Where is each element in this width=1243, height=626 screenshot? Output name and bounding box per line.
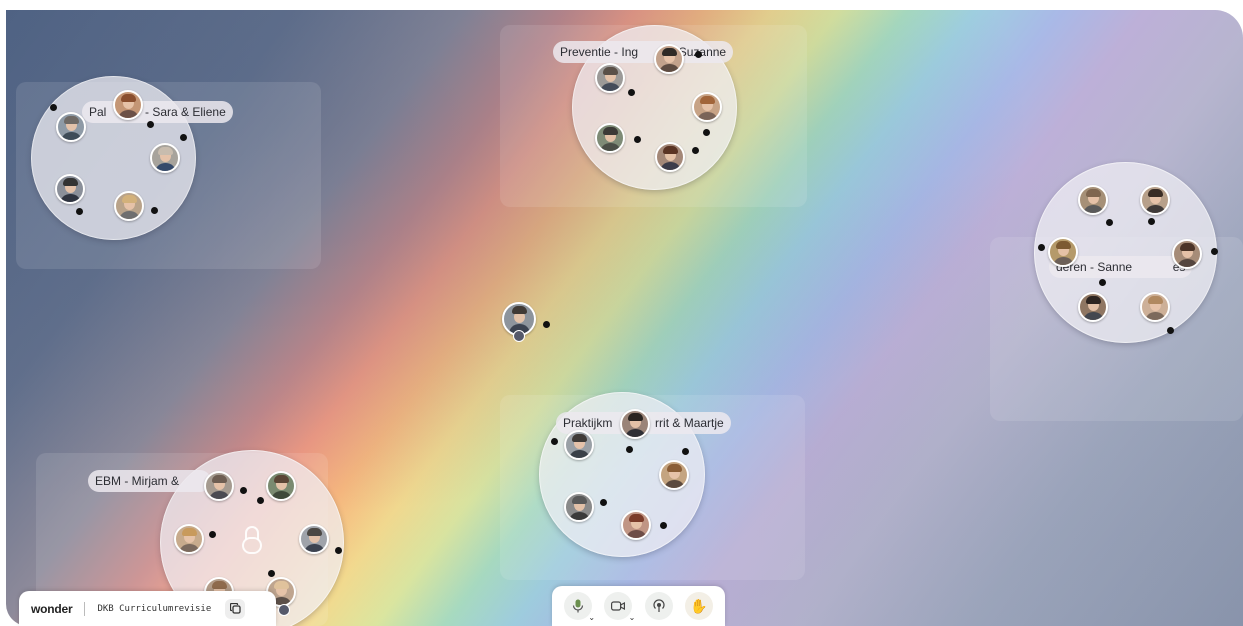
- participant-avatar[interactable]: [150, 143, 180, 173]
- chevron-down-icon[interactable]: ⌄: [629, 613, 636, 622]
- wonder-canvas[interactable]: Pal - Sara & Eliene Preventie - Ing Suza…: [6, 10, 1243, 626]
- status-dot: [151, 207, 158, 214]
- participant-avatar[interactable]: [56, 112, 86, 142]
- home-icon: [513, 330, 525, 342]
- status-dot: [600, 499, 607, 506]
- lock-icon[interactable]: [241, 526, 263, 556]
- status-dot: [1167, 327, 1174, 334]
- status-dot: [268, 570, 275, 577]
- status-dot: [692, 147, 699, 154]
- participant-avatar[interactable]: [692, 92, 722, 122]
- participant-avatar[interactable]: [299, 524, 329, 554]
- broadcast-button[interactable]: [644, 592, 673, 620]
- copy-link-button[interactable]: [225, 598, 246, 619]
- participant-avatar[interactable]: [204, 471, 234, 501]
- room-label-text: EBM - Mirjam &: [95, 474, 179, 488]
- status-dot: [335, 547, 342, 554]
- status-dot: [50, 104, 57, 111]
- participant-avatar[interactable]: [55, 174, 85, 204]
- room-label-text: Pal: [89, 105, 107, 119]
- room-label-text: Praktijkm: [563, 416, 613, 430]
- participant-avatar[interactable]: [621, 510, 651, 540]
- status-dot: [240, 487, 247, 494]
- status-dot: [660, 522, 667, 529]
- participant-avatar[interactable]: [1078, 185, 1108, 215]
- room-label: Pal - Sara & Eliene: [82, 101, 233, 123]
- participant-avatar[interactable]: [1078, 292, 1108, 322]
- status-dot: [628, 89, 635, 96]
- status-dot: [180, 134, 187, 141]
- status-dot: [682, 448, 689, 455]
- participant-avatar[interactable]: [266, 471, 296, 501]
- participant-avatar[interactable]: [1172, 239, 1202, 269]
- broadcast-icon: [653, 599, 665, 612]
- media-controls: ⌄ ⌄ ✋: [552, 586, 725, 626]
- copy-icon: [229, 603, 241, 614]
- divider: [84, 601, 86, 616]
- status-dot: [551, 438, 558, 445]
- room-label-text: Preventie - Ing: [560, 45, 639, 59]
- room-label-text: Suzanne: [678, 45, 727, 59]
- status-dot: [1148, 218, 1155, 225]
- raise-hand-icon: ✋: [690, 597, 708, 614]
- participant-avatar[interactable]: [659, 460, 689, 490]
- room-label: Preventie - Ing Suzanne: [553, 41, 734, 63]
- participant-avatar[interactable]: [655, 142, 685, 172]
- room-name: DKB Curriculumrevisie: [97, 603, 212, 614]
- room-label: EBM - Mirjam &: [88, 470, 212, 492]
- raise-hand-button[interactable]: ✋: [684, 592, 713, 620]
- status-dot: [634, 136, 641, 143]
- status-dot: [1038, 244, 1045, 251]
- wonder-logo[interactable]: wonder: [31, 602, 73, 616]
- status-dot: [1099, 279, 1106, 286]
- status-dot: [147, 121, 154, 128]
- status-dot: [703, 129, 710, 136]
- status-dot: [695, 51, 702, 58]
- chevron-down-icon[interactable]: ⌄: [588, 613, 595, 622]
- participant-avatar[interactable]: [1140, 292, 1170, 322]
- camera-button[interactable]: ⌄: [604, 592, 635, 622]
- status-dot: [76, 208, 83, 215]
- room-label-text: - Sara & Eliene: [145, 105, 226, 119]
- participant-avatar[interactable]: [113, 90, 143, 120]
- participant-avatar[interactable]: [564, 492, 594, 522]
- camera-icon: [611, 601, 626, 611]
- participant-avatar[interactable]: [564, 430, 594, 460]
- status-dot: [1211, 248, 1218, 255]
- participant-avatar[interactable]: [114, 191, 144, 221]
- participant-avatar[interactable]: [174, 524, 204, 554]
- status-dot: [209, 531, 216, 538]
- participant-avatar[interactable]: [1140, 185, 1170, 215]
- participant-avatar[interactable]: [595, 63, 625, 93]
- participant-avatar[interactable]: [595, 123, 625, 153]
- participant-avatar[interactable]: [1048, 237, 1078, 267]
- room-info-bar: wonder DKB Curriculumrevisie: [19, 591, 276, 626]
- status-dot: [543, 321, 550, 328]
- home-icon: [278, 604, 290, 616]
- microphone-button[interactable]: ⌄: [564, 592, 595, 622]
- participant-avatar[interactable]: [620, 409, 650, 439]
- status-dot: [626, 446, 633, 453]
- participant-avatar[interactable]: [654, 44, 684, 74]
- microphone-icon: [573, 599, 584, 613]
- status-dot: [1106, 219, 1113, 226]
- room-label-text: rrit & Maartje: [655, 416, 724, 430]
- status-dot: [257, 497, 264, 504]
